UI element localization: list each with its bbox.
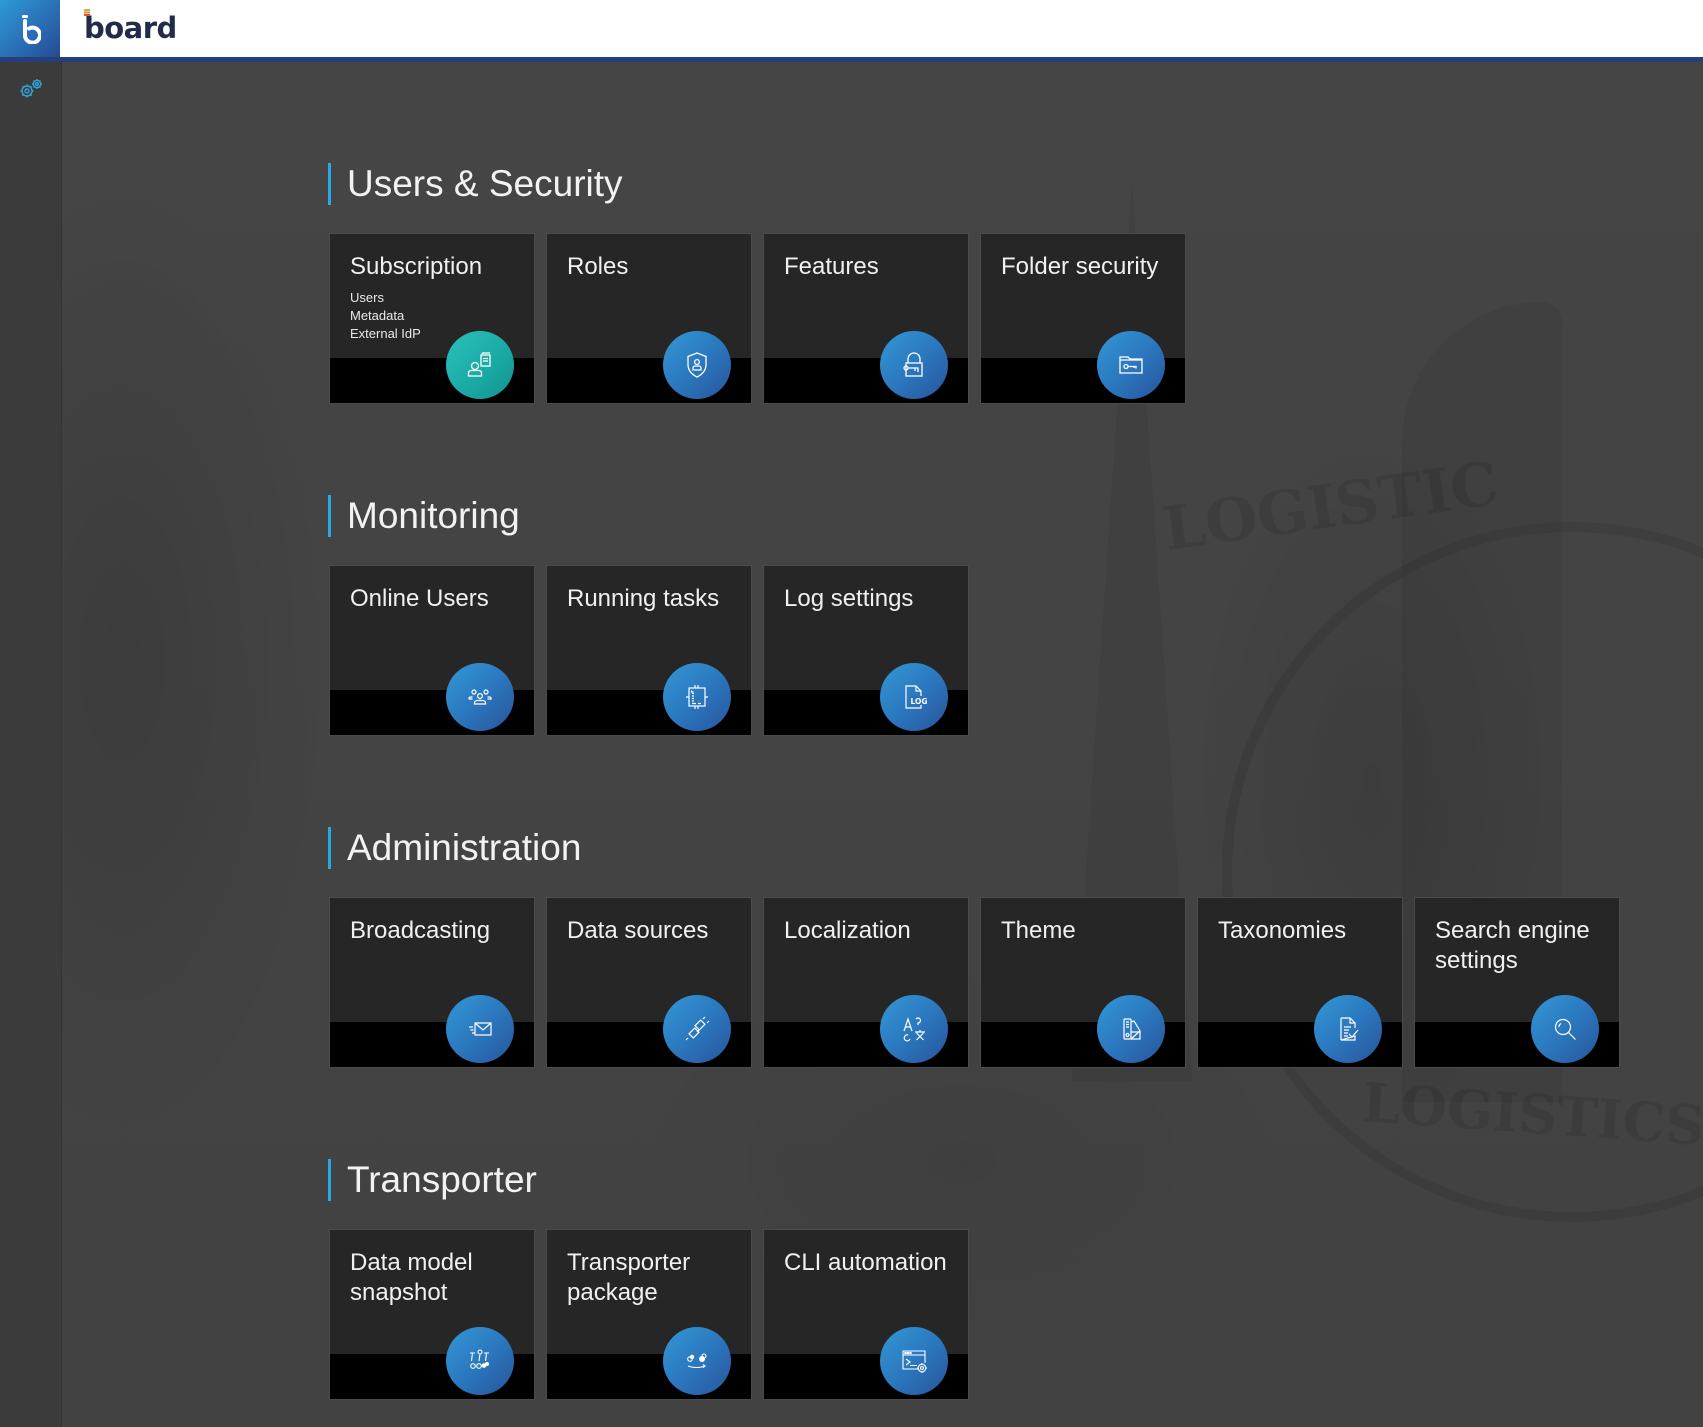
brand-logo: board <box>84 9 177 46</box>
section-heading-monitoring: Monitoring <box>328 495 520 537</box>
brand-name: board <box>84 10 177 45</box>
tile-icon-badge <box>446 995 514 1063</box>
log-file-icon: LOG <box>905 685 928 709</box>
tile-transporter-package[interactable]: Transporter package <box>546 1229 752 1400</box>
tile-title: CLI automation <box>784 1249 947 1276</box>
brand-color-mark-icon <box>84 9 90 16</box>
sidebar-item-settings[interactable] <box>16 74 46 104</box>
tile-title: Taxonomies <box>1218 917 1347 944</box>
lock-key-icon <box>903 352 923 377</box>
subitem-external-idp[interactable]: External IdP <box>350 325 421 343</box>
tile-icon-badge <box>663 331 731 399</box>
tile-title: Theme <box>1001 917 1076 944</box>
tile-broadcasting[interactable]: Broadcasting <box>329 897 535 1068</box>
tile-theme[interactable]: Theme <box>980 897 1186 1068</box>
tile-search-engine-settings[interactable]: Search engine settings <box>1414 897 1620 1068</box>
transport-arrow-icon <box>687 1353 707 1369</box>
tile-folder-security[interactable]: Folder security <box>980 233 1186 404</box>
tile-title: Search engine settings <box>1435 917 1590 974</box>
document-check-icon <box>1340 1017 1359 1041</box>
tile-subscription[interactable]: Subscription Users Metadata External IdP <box>329 233 535 404</box>
snapshot-nodes-icon <box>470 1349 489 1369</box>
sidebar <box>0 62 62 1427</box>
tile-title: Data model snapshot <box>350 1249 473 1306</box>
task-chip-icon <box>686 685 708 709</box>
tile-title: Folder security <box>1001 253 1159 280</box>
tile-icon-badge <box>663 663 731 731</box>
tile-title: Localization <box>784 917 911 944</box>
tile-icon-badge <box>663 1327 731 1395</box>
tile-icon-badge <box>880 1327 948 1395</box>
log-label: LOG <box>911 697 928 706</box>
tile-icon-badge <box>880 331 948 399</box>
folder-key-icon <box>1119 356 1143 374</box>
tile-icon-badge <box>446 331 514 399</box>
tile-title: Broadcasting <box>350 917 491 944</box>
section-heading-users-security: Users & Security <box>328 163 623 205</box>
tile-taxonomies[interactable]: Taxonomies <box>1197 897 1403 1068</box>
tile-title: Log settings <box>784 585 914 612</box>
gears-icon <box>20 79 42 98</box>
tile-running-tasks[interactable]: Running tasks <box>546 565 752 736</box>
subitem-users[interactable]: Users <box>350 289 421 307</box>
terminal-gear-icon <box>902 1350 927 1373</box>
tile-title: Roles <box>567 253 629 280</box>
tile-title: Online Users <box>350 585 489 612</box>
tile-icon-badge <box>1097 995 1165 1063</box>
tile-icon-badge <box>880 995 948 1063</box>
user-document-icon <box>467 352 491 377</box>
home-logo-button[interactable] <box>0 0 60 57</box>
shield-user-icon <box>687 352 707 378</box>
tile-icon-badge <box>446 663 514 731</box>
envelope-send-icon <box>469 1022 492 1036</box>
tile-icon-badge <box>1531 995 1599 1063</box>
tile-title: Data sources <box>567 917 709 944</box>
tile-title: Transporter package <box>567 1249 691 1306</box>
tile-features[interactable]: Features <box>763 233 969 404</box>
tile-data-sources[interactable]: Data sources <box>546 897 752 1068</box>
tile-title: Features <box>784 253 879 280</box>
tile-icon-badge: LOG <box>880 663 948 731</box>
tile-icon-badge <box>663 995 731 1063</box>
tile-online-users[interactable]: Online Users <box>329 565 535 736</box>
tile-icon-badge <box>1097 331 1165 399</box>
tile-roles[interactable]: Roles <box>546 233 752 404</box>
tile-icon-badge <box>446 1327 514 1395</box>
magnifier-icon <box>1554 1018 1576 1040</box>
subitem-metadata[interactable]: Metadata <box>350 307 421 325</box>
section-heading-transporter: Transporter <box>328 1159 537 1201</box>
tile-log-settings[interactable]: Log settings LOG <box>763 565 969 736</box>
tile-data-model-snapshot[interactable]: Data model snapshot <box>329 1229 535 1400</box>
board-b-icon <box>22 14 41 44</box>
tile-title: Subscription <box>350 253 483 280</box>
top-header: board <box>0 0 1703 62</box>
section-heading-administration: Administration <box>328 827 581 869</box>
tile-title: Running tasks <box>567 585 720 612</box>
users-group-icon <box>468 689 492 705</box>
plug-connector-icon <box>685 1016 710 1041</box>
tile-localization[interactable]: Localization <box>763 897 969 1068</box>
translate-icon <box>903 1017 925 1042</box>
tile-cli-automation[interactable]: CLI automation <box>763 1229 969 1400</box>
tile-subitems: Users Metadata External IdP <box>350 289 421 343</box>
palette-swatch-icon <box>1123 1018 1141 1040</box>
tile-icon-badge <box>1314 995 1382 1063</box>
